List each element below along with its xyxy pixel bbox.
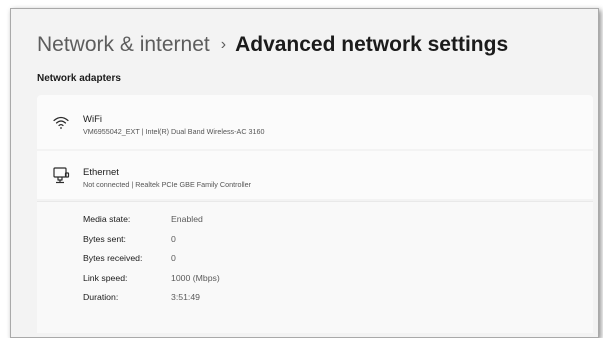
wifi-icon [51,112,71,132]
property-value: 0 [171,233,176,244]
breadcrumb-network-internet[interactable]: Network & internet [37,33,210,56]
property-label: Media state: [83,214,131,224]
property-value: 0 [171,253,176,263]
ethernet-details-panel: Media state: Enabled Bytes sent: 0 Bytes… [37,201,593,333]
adapter-description-ethernet: Not connected | Realtek PCIe GBE Family … [83,180,252,189]
section-title-network-adapters: Network adapters [37,73,121,84]
chevron-right-icon: › [220,36,227,53]
adapter-card-ethernet[interactable]: Ethernet Not connected | Realtek PCIe GB… [37,151,593,199]
ethernet-icon [51,165,71,185]
adapter-description-wifi: VM6955042_EXT | Intel(R) Dual Band Wirel… [83,127,265,136]
adapter-card-wifi[interactable]: WiFi VM6955042_EXT | Intel(R) Dual Band … [37,95,593,149]
property-label: Link speed: [83,272,128,283]
property-value: Enabled [171,214,203,224]
property-label: Duration: [83,292,119,302]
page-title: Advanced network settings [235,33,509,56]
property-label: Bytes received: [83,253,143,263]
property-label: Bytes sent: [83,233,126,244]
property-value: 1000 (Mbps) [171,272,220,283]
adapter-name-wifi: WiFi [83,114,102,125]
property-value: 3:51:49 [171,292,200,302]
page-header: Network & internet › Advanced network sett… [37,30,508,62]
settings-window: Network & internet › Advanced network sett… [10,8,599,338]
adapter-name-ethernet: Ethernet [83,167,119,178]
